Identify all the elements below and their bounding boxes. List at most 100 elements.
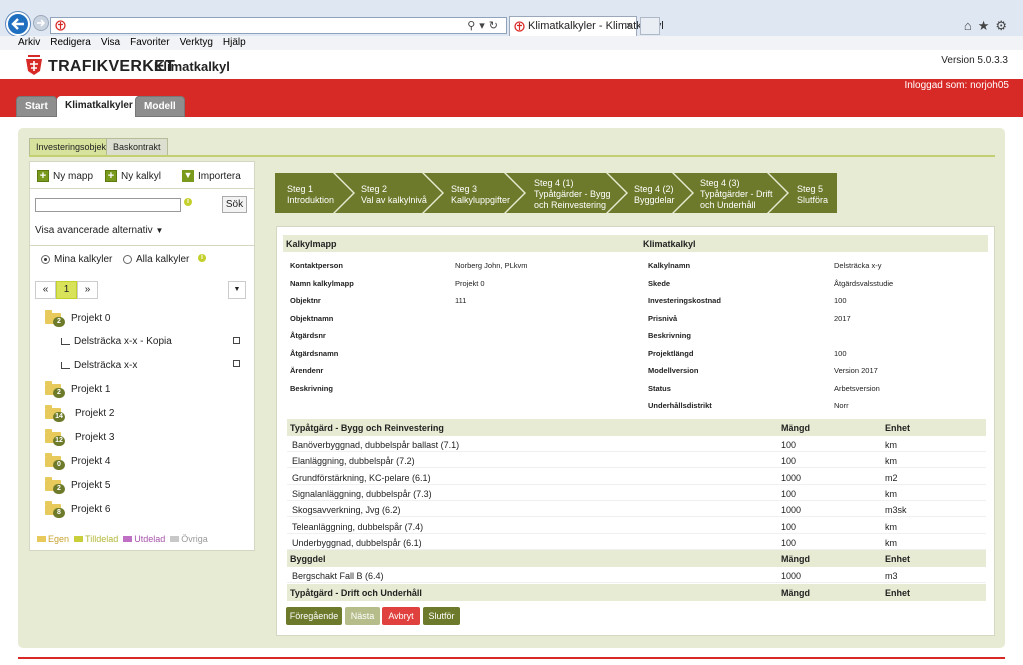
- field-value: Projekt 0: [455, 279, 485, 288]
- browser-toolbar-icons[interactable]: ⌂★⚙: [964, 18, 1013, 34]
- project-count-badge: 2: [53, 484, 65, 494]
- menu-arkiv[interactable]: Arkiv: [18, 36, 40, 50]
- project-count-badge: 12: [53, 436, 65, 446]
- table-row[interactable]: Elanläggning, dubbelspår (7.2) 100 km: [287, 452, 986, 469]
- tree-project-2[interactable]: 14 Projekt 2: [45, 405, 115, 422]
- dropdown-button[interactable]: ▼: [228, 281, 246, 299]
- pager-prev[interactable]: «: [35, 281, 56, 299]
- cancel-button[interactable]: Avbryt: [382, 607, 420, 625]
- table-header-typ-drift: Typåtgärd - Drift och Underhåll Mängd En…: [287, 584, 986, 601]
- menu-verktyg[interactable]: Verktyg: [180, 36, 213, 50]
- home-icon: ⌂: [963, 18, 978, 33]
- cell-qty: 1000: [781, 505, 802, 516]
- pager-page-1[interactable]: 1: [56, 281, 77, 299]
- step-4-2[interactable]: Steg 4 (2) Byggdelar: [634, 173, 675, 213]
- field-label: Skede: [648, 279, 671, 288]
- radio-mine[interactable]: Mina kalkyler: [41, 254, 112, 265]
- step-5[interactable]: Steg 5 Slutföra: [797, 173, 828, 213]
- import-button[interactable]: ▼ Importera: [182, 170, 241, 182]
- new-calc-button[interactable]: + Ny kalkyl: [105, 170, 161, 182]
- step-label: och Underhåll: [700, 200, 756, 210]
- table-row[interactable]: Teleanläggning, dubbelspår (7.4) 100 km: [287, 518, 986, 534]
- footer-line: [18, 657, 1005, 659]
- tree-project-4[interactable]: 0 Projekt 4: [45, 453, 110, 470]
- table-row[interactable]: Grundförstärkning, KC-pelare (6.1) 1000 m2: [287, 469, 986, 485]
- table-row[interactable]: Skogsavverkning, Jvg (6.2) 1000 m3sk: [287, 501, 986, 518]
- menu-bar: Arkiv Redigera Visa Favoriter Verktyg Hjälp: [0, 36, 1023, 50]
- arrow-right-icon: [37, 19, 46, 27]
- menu-favoriter[interactable]: Favoriter: [130, 36, 169, 50]
- tab-start[interactable]: Start: [16, 96, 57, 117]
- field-label: Åtgärdsnr: [290, 331, 326, 340]
- project-name: Projekt 2: [75, 408, 115, 419]
- field-value: 100: [834, 349, 847, 358]
- table-row[interactable]: Underbyggnad, dubbelspår (6.1) 100 km: [287, 534, 986, 550]
- field-label: Beskrivning: [290, 384, 333, 393]
- tab-modell[interactable]: Modell: [135, 96, 185, 117]
- tab-favicon-icon: [514, 21, 525, 32]
- filter-info-icon[interactable]: i: [198, 254, 206, 262]
- step-2[interactable]: Steg 2 Val av kalkylnivå: [361, 173, 427, 213]
- close-tab-icon[interactable]: ×: [626, 20, 632, 32]
- browser-tab-active[interactable]: Klimatkalkyler - Klimatkalkyl ×: [509, 16, 664, 36]
- favorites-star-icon: ★: [977, 18, 996, 33]
- legend-egen: Egen: [37, 534, 69, 544]
- new-tab-button[interactable]: [640, 17, 660, 35]
- previous-button[interactable]: Föregående: [286, 607, 342, 625]
- radio-mine-circle[interactable]: [41, 255, 50, 264]
- calc-checkbox[interactable]: [233, 337, 240, 344]
- search-input[interactable]: [35, 198, 181, 212]
- tab-klimatkalkyler[interactable]: Klimatkalkyler: [57, 96, 141, 119]
- tree-project-0[interactable]: 2 Projekt 0: [45, 310, 110, 327]
- field-label: Underhållsdistrikt: [648, 401, 712, 410]
- menu-visa[interactable]: Visa: [101, 36, 120, 50]
- table-row[interactable]: Banöverbyggnad, dubbelspår ballast (7.1)…: [287, 436, 986, 452]
- next-button[interactable]: Nästa: [345, 607, 380, 625]
- finish-button[interactable]: Slutför: [423, 607, 460, 625]
- field-label: Objektnr: [290, 296, 321, 305]
- radio-mine-label: Mina kalkyler: [54, 254, 113, 265]
- menu-hjalp[interactable]: Hjälp: [223, 36, 246, 50]
- subtab-baskontrakt[interactable]: Baskontrakt: [106, 138, 168, 155]
- step-label: Val av kalkylnivå: [361, 195, 427, 205]
- cell-name: Skogsavverkning, Jvg (6.2): [292, 505, 401, 516]
- table-row[interactable]: Bergschakt Fall B (6.4) 1000 m3: [287, 567, 986, 583]
- forward-button[interactable]: [33, 15, 49, 31]
- cell-qty: 1000: [781, 571, 802, 581]
- import-icon: ▼: [182, 170, 194, 182]
- step-1[interactable]: Steg 1 Introduktion: [287, 173, 334, 213]
- project-count-badge: 2: [53, 317, 65, 327]
- step-4-3[interactable]: Steg 4 (3) Typåtgärder - Drift och Underhå…: [700, 173, 773, 213]
- step-label: Typåtgärder - Bygg: [534, 189, 611, 199]
- summary-col2-title: Klimatkalkyl: [643, 239, 696, 249]
- pager-next[interactable]: »: [77, 281, 98, 299]
- tree-project-1[interactable]: 2 Projekt 1: [45, 381, 110, 398]
- col-qty: Mängd: [781, 423, 810, 433]
- col-unit: Enhet: [885, 423, 911, 433]
- table-row[interactable]: Signalanläggning, dubbelspår (7.3) 100 km: [287, 485, 986, 501]
- tree-calc-kopia[interactable]: Delsträcka x-x - Kopia: [61, 336, 172, 347]
- step-3[interactable]: Steg 3 Kalkyluppgifter: [451, 173, 510, 213]
- cell-qty: 100: [781, 488, 797, 499]
- calc-checkbox[interactable]: [233, 360, 240, 367]
- tree-project-5[interactable]: 2 Projekt 5: [45, 477, 110, 494]
- table-title: Typåtgärd - Drift och Underhåll: [290, 588, 422, 598]
- tree-calc[interactable]: Delsträcka x-x: [61, 360, 137, 371]
- field-label: Modellversion: [648, 366, 699, 375]
- tree-project-6[interactable]: 8 Projekt 6: [45, 501, 110, 518]
- radio-all[interactable]: Alla kalkyler: [123, 254, 189, 265]
- back-button[interactable]: [6, 12, 30, 36]
- radio-all-circle[interactable]: [123, 255, 132, 264]
- subtab-investeringsobjekt[interactable]: Investeringsobjekt: [29, 138, 116, 155]
- search-info-icon[interactable]: i: [184, 198, 192, 206]
- cell-name: Banöverbyggnad, dubbelspår ballast (7.1): [292, 440, 460, 450]
- address-bar[interactable]: ⚲▾↻: [50, 17, 507, 34]
- step-title: Steg 5: [797, 184, 824, 194]
- search-button[interactable]: Sök: [222, 196, 247, 213]
- step-4-1[interactable]: Steg 4 (1) Typåtgärder - Bygg och Reinvest…: [534, 173, 611, 213]
- advanced-options-toggle[interactable]: Visa avancerade alternativ ▼: [35, 225, 163, 236]
- menu-redigera[interactable]: Redigera: [50, 36, 91, 50]
- tree-project-3[interactable]: 12 Projekt 3: [45, 429, 114, 446]
- new-folder-button[interactable]: + Ny mapp: [37, 170, 93, 182]
- address-tools[interactable]: ⚲▾↻: [467, 19, 502, 32]
